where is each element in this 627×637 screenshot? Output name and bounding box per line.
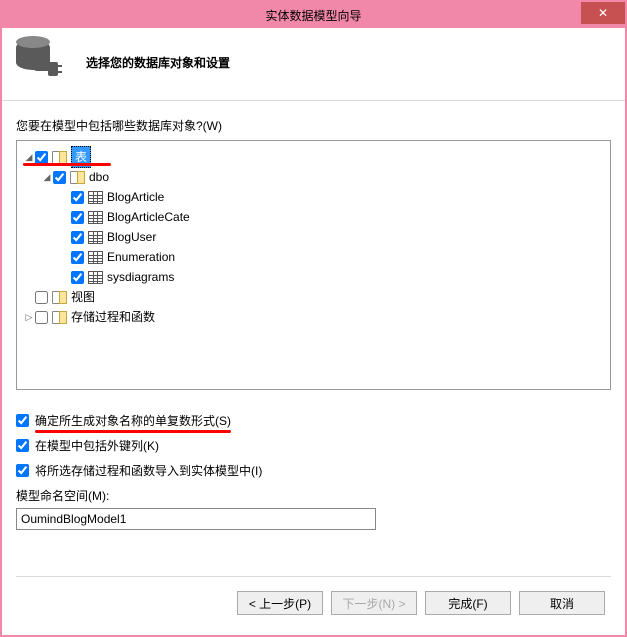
tree-node-procs[interactable]: ▷ 存储过程和函数 xyxy=(23,307,606,327)
question-label: 您要在模型中包括哪些数据库对象?(W) xyxy=(16,117,611,134)
checkbox-plural[interactable] xyxy=(16,414,29,427)
tree-label: Enumeration xyxy=(107,247,175,267)
collapse-icon[interactable]: ◢ xyxy=(23,147,35,167)
prev-button[interactable]: < 上一步(P) xyxy=(237,591,323,615)
tree-label: BlogArticle xyxy=(107,187,164,207)
options-panel: 确定所生成对象名称的单复数形式(S) 在模型中包括外键列(K) 将所选存储过程和… xyxy=(16,404,611,530)
tree-label: sysdiagrams xyxy=(107,267,174,287)
title-bar: 实体数据模型向导 ✕ xyxy=(2,2,625,28)
tree-label: 视图 xyxy=(71,287,95,307)
tree-node-table[interactable]: ◢sysdiagrams xyxy=(59,267,606,287)
window-title: 实体数据模型向导 xyxy=(265,7,361,24)
namespace-input[interactable] xyxy=(16,508,376,530)
table-icon xyxy=(88,231,103,244)
checkbox-table[interactable] xyxy=(71,231,84,244)
button-row: < 上一步(P) 下一步(N) > 完成(F) 取消 xyxy=(16,576,611,621)
cancel-button[interactable]: 取消 xyxy=(519,591,605,615)
finish-button[interactable]: 完成(F) xyxy=(425,591,511,615)
option-sp[interactable]: 将所选存储过程和函数导入到实体模型中(I) xyxy=(16,462,611,479)
divider xyxy=(2,100,625,101)
checkbox-table[interactable] xyxy=(71,251,84,264)
tree-label: 表 xyxy=(71,146,91,168)
folder-icon xyxy=(52,151,67,164)
tree-node-views[interactable]: ◢ 视图 xyxy=(23,287,606,307)
tree-node-dbo[interactable]: ◢ dbo xyxy=(41,167,606,187)
next-button: 下一步(N) > xyxy=(331,591,417,615)
header-row: 选择您的数据库对象和设置 xyxy=(16,28,611,100)
table-icon xyxy=(88,251,103,264)
option-plural[interactable]: 确定所生成对象名称的单复数形式(S) xyxy=(16,412,611,429)
tree-node-table[interactable]: ◢BlogArticleCate xyxy=(59,207,606,227)
folder-icon xyxy=(52,291,67,304)
checkbox-table[interactable] xyxy=(71,191,84,204)
option-label: 将所选存储过程和函数导入到实体模型中(I) xyxy=(35,462,262,479)
content-area: 选择您的数据库对象和设置 您要在模型中包括哪些数据库对象?(W) ◢ 表 xyxy=(2,28,625,635)
wizard-window: 实体数据模型向导 ✕ 选择您的数据库对象和设置 您要在模型中包括哪些数据库对象?… xyxy=(2,2,625,635)
tree-label: dbo xyxy=(89,167,109,187)
option-label: 在模型中包括外键列(K) xyxy=(35,437,159,454)
close-button[interactable]: ✕ xyxy=(581,2,625,24)
database-icon xyxy=(16,40,64,84)
option-label: 确定所生成对象名称的单复数形式(S) xyxy=(35,412,231,429)
tree-label: 存储过程和函数 xyxy=(71,307,155,327)
tree-root-tables[interactable]: ◢ 表 xyxy=(23,147,606,167)
collapse-icon[interactable]: ◢ xyxy=(41,167,53,187)
tree-node-table[interactable]: ◢Enumeration xyxy=(59,247,606,267)
folder-icon xyxy=(70,171,85,184)
checkbox-table[interactable] xyxy=(71,211,84,224)
checkbox-table[interactable] xyxy=(71,271,84,284)
object-tree[interactable]: ◢ 表 ◢ dbo xyxy=(16,140,611,390)
checkbox-tables[interactable] xyxy=(35,151,48,164)
namespace-label: 模型命名空间(M): xyxy=(16,487,611,504)
table-icon xyxy=(88,191,103,204)
checkbox-fk[interactable] xyxy=(16,439,29,452)
table-icon xyxy=(88,211,103,224)
option-fk[interactable]: 在模型中包括外键列(K) xyxy=(16,437,611,454)
tree-node-table[interactable]: ◢BlogArticle xyxy=(59,187,606,207)
tree-label: BlogUser xyxy=(107,227,156,247)
folder-icon xyxy=(52,311,67,324)
checkbox-dbo[interactable] xyxy=(53,171,66,184)
checkbox-sp[interactable] xyxy=(16,464,29,477)
expand-icon[interactable]: ▷ xyxy=(23,307,35,327)
tree-node-table[interactable]: ◢BlogUser xyxy=(59,227,606,247)
tree-label: BlogArticleCate xyxy=(107,207,190,227)
header-text: 选择您的数据库对象和设置 xyxy=(86,54,230,71)
checkbox-views[interactable] xyxy=(35,291,48,304)
close-icon: ✕ xyxy=(598,6,608,20)
checkbox-procs[interactable] xyxy=(35,311,48,324)
table-icon xyxy=(88,271,103,284)
